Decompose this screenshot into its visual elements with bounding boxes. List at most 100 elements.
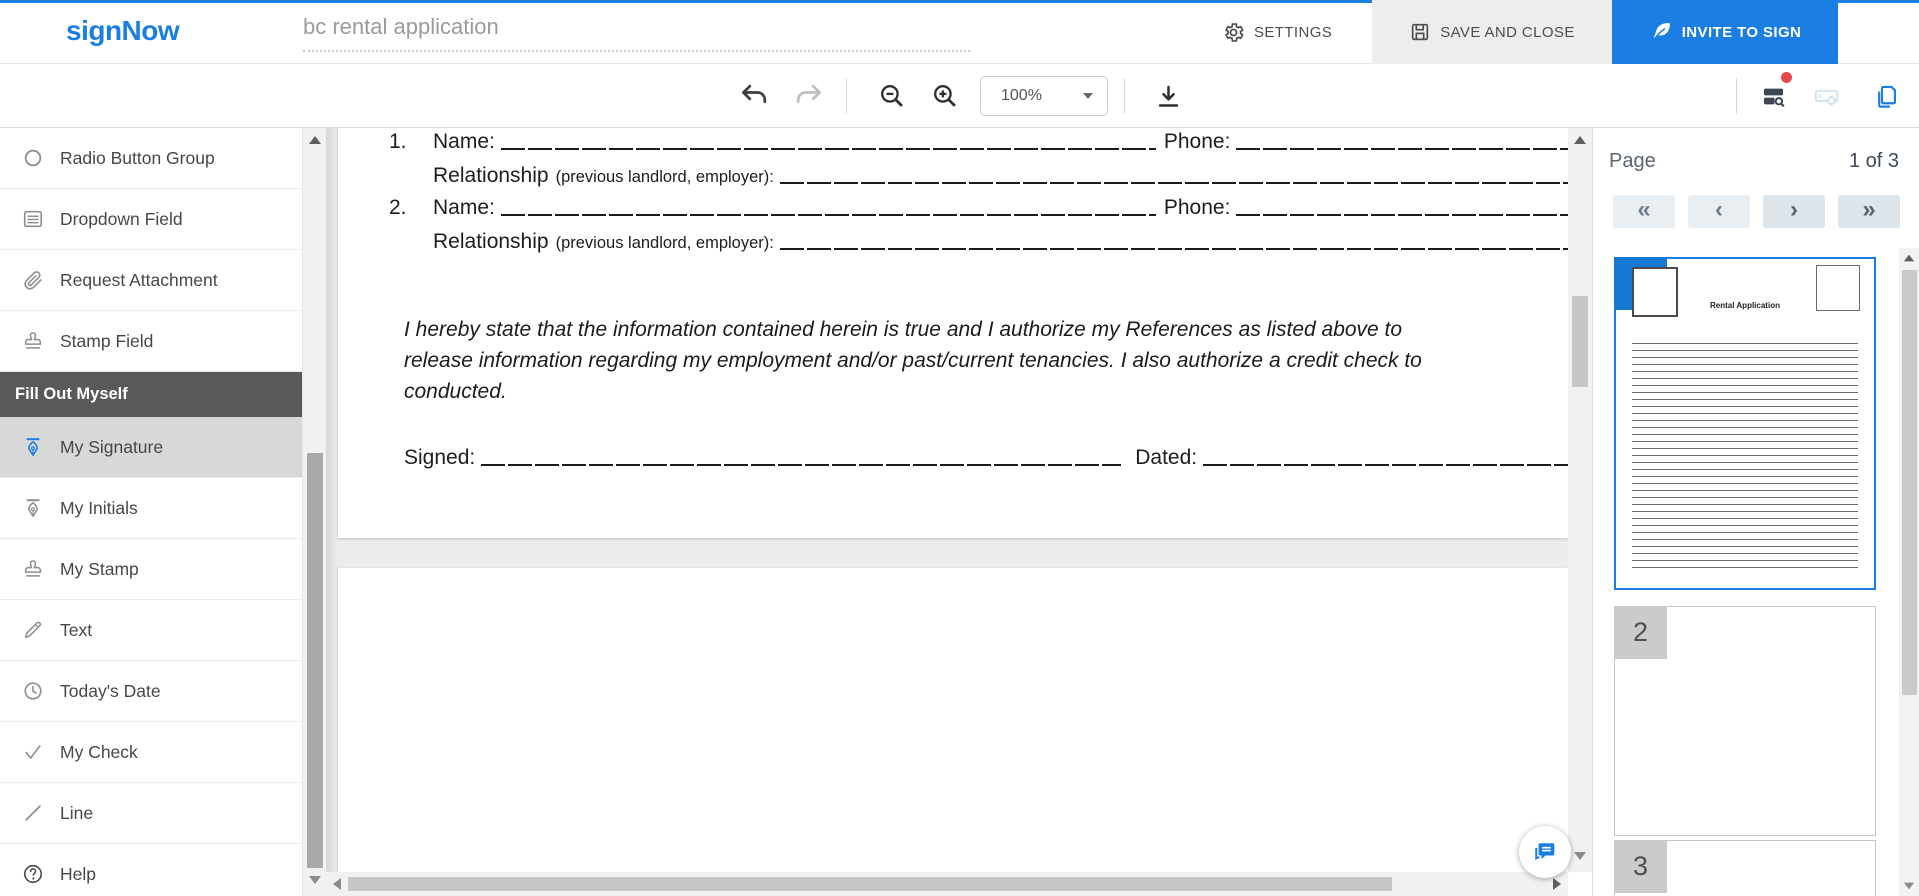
sidebar-section-fill-out-myself: Fill Out Myself	[0, 372, 302, 417]
signature-line	[481, 464, 1121, 466]
scroll-down-arrow-icon[interactable]	[1904, 883, 1914, 890]
radio-button-icon	[22, 147, 44, 169]
document-vertical-scrollbar[interactable]	[1568, 128, 1592, 872]
sidebar-item-stamp-field[interactable]: Stamp Field	[0, 311, 302, 372]
undo-button[interactable]	[735, 76, 775, 116]
feedback-chat-button[interactable]	[1519, 826, 1571, 878]
field-settings-button-disabled	[1806, 76, 1846, 116]
reference-2-relationship-row: Relationship (previous landlord, employer…	[433, 230, 1568, 254]
signed-label: Signed:	[404, 446, 475, 470]
reference-1-relationship-row: Relationship (previous landlord, employer…	[433, 164, 1568, 188]
document-page-2[interactable]	[338, 568, 1568, 872]
page-thumbnail-2[interactable]: 2	[1614, 606, 1876, 836]
invite-to-sign-button[interactable]: INVITE TO SIGN	[1612, 0, 1838, 64]
sidebar-item-radio-button-group[interactable]: Radio Button Group	[0, 128, 302, 189]
sidebar-item-label: Dropdown Field	[60, 209, 183, 230]
document-page-1[interactable]: 1.Name:Phone:Relationship(previous landl…	[338, 128, 1568, 538]
sidebar-item-my-initials[interactable]: My Initials	[0, 478, 302, 539]
app-header: signNow bc rental application SETTINGS S…	[0, 0, 1919, 64]
next-page-button[interactable]: ›	[1763, 195, 1825, 228]
page-label: Page	[1609, 150, 1656, 173]
sidebar-item-dropdown-field[interactable]: Dropdown Field	[0, 189, 302, 250]
download-button[interactable]	[1148, 76, 1188, 116]
copy-document-button[interactable]	[1866, 76, 1906, 116]
signature-icon	[22, 436, 44, 458]
last-page-button[interactable]: »	[1838, 195, 1900, 228]
sidebar-item-request-attachment[interactable]: Request Attachment	[0, 250, 302, 311]
panel-scrollbar[interactable]	[1899, 248, 1919, 896]
reference-number: 1.	[389, 130, 433, 154]
document-horizontal-scrollbar-thumb[interactable]	[348, 877, 1392, 891]
phone-label: Phone:	[1164, 196, 1231, 220]
phone-line	[1236, 148, 1568, 150]
signnow-logo[interactable]: signNow	[66, 15, 179, 47]
signature-icon	[22, 497, 44, 519]
relationship-label: Relationship	[433, 230, 549, 254]
scroll-right-arrow-icon[interactable]	[1553, 878, 1561, 890]
phone-line	[1236, 214, 1568, 216]
scroll-left-arrow-icon[interactable]	[333, 878, 341, 890]
reference-1-name-row: 1.Name: Phone:	[389, 130, 1568, 154]
sidebar-item-today-s-date[interactable]: Today's Date	[0, 661, 302, 722]
redo-button[interactable]	[788, 76, 828, 116]
feather-icon	[1649, 20, 1673, 44]
date-icon	[22, 680, 44, 702]
zoom-out-button[interactable]	[872, 76, 912, 116]
name-label: Name:	[433, 130, 495, 154]
save-and-close-button[interactable]: SAVE AND CLOSE	[1372, 0, 1612, 64]
sidebar-item-label: Text	[60, 620, 92, 641]
zoom-level-select[interactable]: 100%	[980, 76, 1108, 116]
pages-panel: Page 1 of 3 «‹›» 1Rental Application23	[1592, 128, 1919, 896]
panel-scrollbar-thumb[interactable]	[1902, 270, 1917, 695]
invite-to-sign-label: INVITE TO SIGN	[1682, 24, 1802, 41]
line-icon	[22, 802, 44, 824]
sidebar-scrollbar[interactable]	[302, 128, 326, 896]
page-thumbnail-1[interactable]: 1Rental Application	[1614, 257, 1876, 590]
first-page-button[interactable]: «	[1613, 195, 1675, 228]
relationship-line	[780, 248, 1568, 250]
declaration-line: release information regarding my employm…	[404, 345, 1422, 376]
sidebar-item-help[interactable]: Help	[0, 844, 302, 896]
document-vertical-scrollbar-thumb[interactable]	[1572, 296, 1588, 387]
scroll-down-arrow-icon[interactable]	[309, 876, 321, 884]
page-thumbnail-3[interactable]: 3	[1614, 840, 1876, 896]
declaration-line: I hereby state that the information cont…	[404, 314, 1422, 345]
sidebar-item-text[interactable]: Text	[0, 600, 302, 661]
relationship-hint: (previous landlord, employer):	[556, 168, 774, 187]
relationship-label: Relationship	[433, 164, 549, 188]
notification-dot	[1781, 72, 1792, 83]
scroll-down-arrow-icon[interactable]	[1574, 852, 1586, 860]
phone-label: Phone:	[1164, 130, 1231, 154]
editor-toolbar: 100%	[0, 64, 1919, 128]
help-icon	[22, 863, 44, 885]
dropdown-icon	[22, 208, 44, 230]
page-number-badge: 2	[1614, 606, 1667, 659]
document-title-input[interactable]: bc rental application	[303, 14, 970, 52]
relationship-hint: (previous landlord, employer):	[556, 234, 774, 253]
name-label: Name:	[433, 196, 495, 220]
scroll-up-arrow-icon[interactable]	[1904, 255, 1914, 262]
page-number-badge: 3	[1614, 840, 1667, 893]
document-horizontal-scrollbar[interactable]	[326, 872, 1568, 896]
settings-button[interactable]: SETTINGS	[1208, 0, 1346, 64]
fields-sidebar: Radio Button Group Dropdown Field Request …	[0, 128, 302, 896]
gear-icon	[1222, 21, 1245, 44]
sidebar-item-my-stamp[interactable]: My Stamp	[0, 539, 302, 600]
relationship-line	[780, 182, 1568, 184]
sidebar-item-my-check[interactable]: My Check	[0, 722, 302, 783]
document-canvas[interactable]: 1.Name:Phone:Relationship(previous landl…	[326, 128, 1568, 872]
sidebar-scrollbar-thumb[interactable]	[307, 453, 323, 868]
sidebar-item-line[interactable]: Line	[0, 783, 302, 844]
scroll-up-arrow-icon[interactable]	[1574, 136, 1586, 144]
sidebar-item-label: My Check	[60, 742, 138, 763]
name-line	[501, 148, 1156, 150]
declaration-line: conducted.	[404, 376, 1422, 407]
sidebar-item-label: Radio Button Group	[60, 148, 215, 169]
signed-dated-row: Signed: Dated:	[404, 446, 1568, 470]
thumbnail-title: Rental Application	[1616, 301, 1874, 310]
zoom-in-button[interactable]	[925, 76, 965, 116]
previous-page-button[interactable]: ‹	[1688, 195, 1750, 228]
chat-icon	[1531, 838, 1559, 866]
sidebar-item-my-signature[interactable]: My Signature	[0, 417, 302, 478]
scroll-up-arrow-icon[interactable]	[309, 136, 321, 144]
